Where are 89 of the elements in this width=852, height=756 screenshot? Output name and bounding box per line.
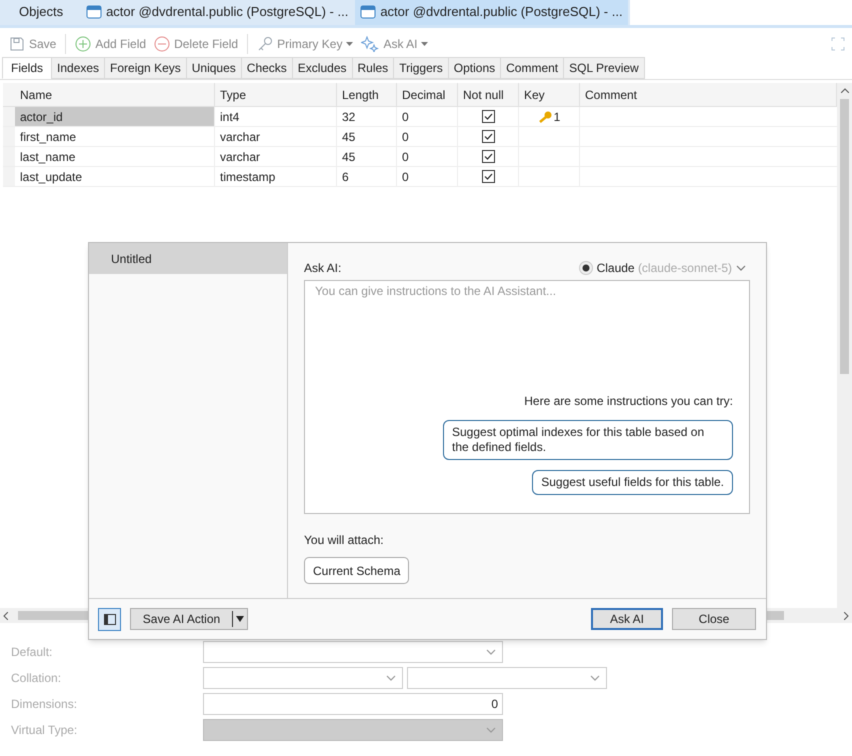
- column-header[interactable]: Decimal: [397, 83, 458, 106]
- chevron-down-icon: [486, 649, 496, 655]
- dropdown-field[interactable]: [203, 719, 503, 741]
- prompt-field[interactable]: You can give instructions to the AI Assistant... Here are some instructions you can try: Suggest optimal indexes for this table based on the defined fields. Suggest useful fields for this table.: [304, 280, 750, 514]
- tab[interactable]: Foreign Keys: [104, 57, 187, 79]
- table-cell: timestamp: [215, 167, 337, 186]
- arrow-up-icon: [840, 88, 848, 93]
- table-cell: 45: [337, 147, 397, 166]
- table-cell: 0: [397, 127, 458, 146]
- save-action-button[interactable]: Save AI Action: [130, 608, 248, 630]
- table-cell: 32: [337, 107, 397, 126]
- tab[interactable]: Rules: [352, 57, 394, 79]
- caret-icon: [346, 42, 354, 46]
- chevron-down-icon: [386, 675, 396, 681]
- table-cell: varchar: [215, 147, 337, 166]
- sidebar-toggle-button[interactable]: [98, 608, 121, 630]
- arrow-right-icon: [844, 612, 849, 620]
- table-cell: 45: [337, 127, 397, 146]
- tab[interactable]: Checks: [240, 57, 293, 79]
- tab[interactable]: Excludes: [292, 57, 352, 79]
- number-field[interactable]: 0: [203, 693, 503, 715]
- tab[interactable]: Options: [448, 57, 502, 79]
- chevron-down-icon: [590, 675, 600, 681]
- close-button[interactable]: Close: [672, 608, 756, 630]
- sidebar-icon: [104, 614, 116, 624]
- ask-ai-button[interactable]: Ask AI: [591, 608, 663, 630]
- row-header[interactable]: [3, 127, 15, 146]
- caret-icon: [233, 615, 247, 623]
- model-logo-icon: [578, 261, 593, 275]
- toolbar-button[interactable]: Primary Key: [255, 33, 356, 55]
- save-icon: [9, 36, 25, 52]
- fullscreen-icon: [831, 37, 845, 51]
- tab[interactable]: Uniques: [186, 57, 242, 79]
- table-cell: varchar: [215, 127, 337, 146]
- document-tab[interactable]: actor @dvdrental.public (PostgreSQL) - ...: [355, 0, 628, 25]
- suggestions-title: Here are some instructions you can try:: [524, 393, 733, 410]
- column-header[interactable]: Key: [519, 83, 580, 106]
- table-cell: last_update: [15, 167, 215, 186]
- table-cell: 6: [337, 167, 397, 186]
- table-cell: 0: [397, 107, 458, 126]
- key-icon: [257, 36, 274, 52]
- column-header[interactable]: Type: [215, 83, 337, 106]
- toolbar-button[interactable]: Ask AI: [359, 33, 430, 55]
- table-cell: first_name: [15, 127, 215, 146]
- table-cell: actor_id: [15, 107, 215, 126]
- dropdown-field[interactable]: [203, 641, 503, 663]
- checkbox[interactable]: [482, 130, 494, 143]
- table-cell: 0: [397, 147, 458, 166]
- table-cell: 0: [397, 167, 458, 186]
- dropdown-field[interactable]: [407, 667, 607, 689]
- field-label: Default:: [11, 644, 54, 661]
- toolbar-button[interactable]: Add Field: [73, 33, 148, 55]
- dropdown-field[interactable]: [203, 667, 403, 689]
- suggestion-chip[interactable]: Suggest useful fields for this table.: [532, 470, 733, 495]
- sparkle-icon: [361, 36, 380, 52]
- table-cell-text: 1: [554, 108, 560, 126]
- row-header[interactable]: [3, 107, 15, 126]
- tab[interactable]: Indexes: [51, 57, 106, 79]
- tab[interactable]: Triggers: [393, 57, 449, 79]
- field-label: Virtual Type:: [11, 722, 78, 739]
- checkbox[interactable]: [482, 150, 494, 163]
- tab[interactable]: SQL Preview: [563, 57, 645, 79]
- tab[interactable]: Comment: [500, 57, 564, 79]
- toolbar-button[interactable]: Save: [7, 33, 58, 55]
- table-cell: last_name: [15, 147, 215, 166]
- column-header[interactable]: Length: [337, 83, 397, 106]
- field-label: Dimensions:: [11, 696, 78, 713]
- attachment-chip[interactable]: Current Schema: [304, 557, 410, 584]
- table-cell: int4: [215, 107, 337, 126]
- tab[interactable]: Fields: [2, 57, 52, 79]
- plus-circle-icon: [75, 36, 92, 52]
- attach-label: You will attach:: [304, 532, 385, 549]
- toolbar-button[interactable]: Delete Field: [152, 33, 240, 55]
- minus-circle-icon: [154, 36, 170, 52]
- field-label: Collation:: [11, 670, 62, 687]
- chevron-down-icon: [736, 265, 746, 271]
- key-icon: [538, 110, 552, 122]
- column-header[interactable]: Name: [15, 83, 215, 106]
- column-header[interactable]: Not null: [458, 83, 519, 106]
- suggestion-chip[interactable]: Suggest optimal indexes for this table based on the defined fields.: [443, 420, 733, 460]
- arrow-left-icon: [3, 612, 8, 620]
- chevron-down-icon: [486, 727, 496, 733]
- vertical-scrollbar[interactable]: [837, 83, 852, 608]
- sidebar-item[interactable]: Untitled: [89, 243, 287, 274]
- caret-icon: [421, 42, 428, 46]
- model-selector[interactable]: Claude (claude-sonnet-5): [578, 259, 746, 277]
- checkbox[interactable]: [482, 170, 494, 183]
- ask-label: Ask AI:: [304, 260, 342, 277]
- checkbox[interactable]: [482, 110, 494, 123]
